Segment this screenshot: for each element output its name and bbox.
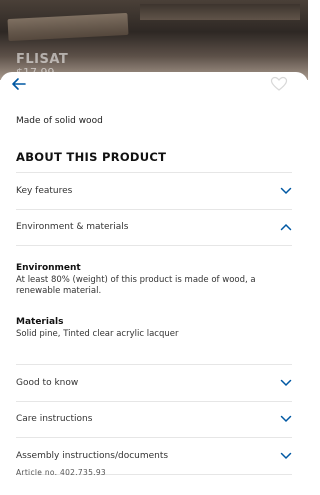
chevron-up-icon [280,223,292,231]
environment-text: At least 80% (weight) of this product is… [16,275,256,296]
back-arrow-icon[interactable] [8,76,30,98]
hero-wood-shelf [140,4,300,20]
chevron-down-icon [280,187,292,195]
accordion-label: Environment & materials [16,222,129,232]
hero-product-name: FLISAT [16,52,69,67]
accordion-label: Good to know [16,378,79,388]
accordion-good-to-know[interactable]: Good to know [16,364,292,402]
chevron-down-icon [280,452,292,460]
accordion-label: Care instructions [16,414,93,424]
accordion-key-features[interactable]: Key features [16,172,292,210]
article-number: Article no. 402.735.93 [16,468,106,477]
heart-icon[interactable] [270,76,292,98]
materials-heading: Materials [16,317,64,327]
chevron-down-icon [280,415,292,423]
accordion-care-instructions[interactable]: Care instructions [16,401,292,438]
product-hero-image: FLISAT $17.99 [0,0,308,80]
accordion-label: Assembly instructions/documents [16,451,169,461]
materials-text: Solid pine, Tinted clear acrylic lacquer [16,329,179,339]
accordion-environment-materials[interactable]: Environment & materials [16,209,292,246]
chevron-down-icon [280,379,292,387]
section-title: ABOUT THIS PRODUCT [16,150,167,164]
product-description: Made of solid wood [16,116,103,126]
accordion-label: Key features [16,186,73,196]
product-details-sheet: Made of solid wood ABOUT THIS PRODUCT Ke… [0,72,308,495]
hero-wood-plank [7,12,129,42]
environment-heading: Environment [16,263,81,273]
